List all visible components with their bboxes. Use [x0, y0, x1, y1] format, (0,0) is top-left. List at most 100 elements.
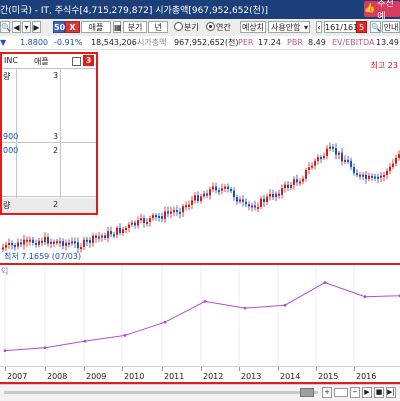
- candle-body: [350, 160, 352, 168]
- step-forward-icon[interactable]: ▶|: [386, 387, 396, 398]
- recommend-button[interactable]: 👍 추천예: [364, 0, 400, 22]
- candle-body: [20, 242, 22, 245]
- next-arrow-icon[interactable]: ▶: [32, 21, 41, 33]
- x-tick-label: 2011: [164, 372, 185, 381]
- candle-body: [26, 239, 28, 242]
- candle-body: [86, 239, 88, 242]
- candle-body: [131, 222, 133, 225]
- thumbs-up-icon: 👍: [364, 4, 376, 14]
- earnings-chart[interactable]: 익: [0, 265, 400, 365]
- candle-body: [143, 218, 145, 223]
- candle-body: [395, 158, 397, 164]
- panel-col-divider: [60, 68, 61, 213]
- candle-body: [353, 167, 355, 174]
- data-point: [123, 334, 127, 337]
- x-tick-label: 2013: [241, 372, 262, 381]
- chart-scrollbar[interactable]: + − ▶ ■ ▶|: [0, 384, 400, 401]
- candle-body: [155, 215, 157, 218]
- page-prev-icon[interactable]: ‹: [316, 21, 322, 33]
- per-value: 17.24: [258, 38, 281, 47]
- radio-quarter[interactable]: 분기: [174, 22, 199, 33]
- count-badge[interactable]: 50: [53, 21, 65, 33]
- radio-off-icon: [174, 22, 183, 31]
- prev-arrow-icon[interactable]: ◀: [12, 21, 21, 33]
- candle-body: [104, 235, 106, 238]
- panel-row-label: 000: [3, 146, 19, 155]
- candle-body: [254, 205, 256, 208]
- stop-icon[interactable]: ■: [374, 387, 384, 398]
- x-tick-label: 2015: [318, 372, 339, 381]
- candle-body: [119, 227, 121, 233]
- candle-body: [314, 160, 316, 166]
- grid-icon[interactable]: ▦: [113, 21, 122, 33]
- candle-body: [206, 193, 208, 196]
- volume-value: 18,543,206: [91, 38, 137, 47]
- x-tick-mark: [278, 367, 279, 371]
- candle-body: [125, 227, 127, 230]
- search-icon[interactable]: 🔍: [0, 21, 11, 33]
- candle-body: [278, 193, 280, 196]
- candle-body: [41, 240, 43, 243]
- arrow-down-icon: ▼: [0, 38, 7, 47]
- ev-label: EV/EBITDA: [332, 38, 375, 47]
- guide-button[interactable]: 안내: [382, 21, 400, 33]
- candle-body: [95, 235, 97, 238]
- candle-body: [221, 188, 223, 191]
- unit-select[interactable]: 분기: [123, 21, 147, 33]
- candle-body: [308, 167, 310, 170]
- candle-body: [386, 170, 388, 175]
- x-tick-mark: [316, 367, 317, 371]
- zoom-in-icon[interactable]: +: [322, 387, 332, 398]
- candle-body: [272, 193, 274, 198]
- panel-row-label: 량: [3, 72, 11, 81]
- candle-body: [371, 175, 373, 178]
- period-x-badge[interactable]: X: [65, 21, 80, 33]
- candle-body: [140, 218, 142, 221]
- candle-body: [38, 240, 40, 245]
- candle-body: [362, 174, 364, 177]
- candle-body: [227, 186, 229, 189]
- radio-annual[interactable]: 연간: [206, 22, 231, 33]
- panel-5-badge[interactable]: 5: [356, 21, 367, 33]
- usage-select[interactable]: 사용안함 ▾: [268, 21, 310, 33]
- candle-body: [137, 220, 139, 226]
- zoom-out-icon[interactable]: −: [350, 387, 360, 398]
- adjust-select[interactable]: 애플: [81, 21, 111, 33]
- x-tick-label: 2014: [280, 372, 301, 381]
- candle-body: [161, 216, 163, 219]
- candle-body: [32, 239, 34, 243]
- candle-body: [149, 218, 151, 222]
- candle-body: [101, 235, 103, 238]
- x-tick-mark: [5, 367, 6, 371]
- candle-body: [323, 156, 325, 158]
- candle-body: [176, 210, 178, 213]
- zoom-slider[interactable]: [334, 388, 348, 397]
- candle-body: [116, 227, 118, 235]
- candle-body: [17, 242, 19, 247]
- panel-checkbox[interactable]: [72, 57, 81, 66]
- panel-badge[interactable]: 3: [83, 55, 94, 66]
- candle-body: [329, 146, 331, 149]
- menu-icon[interactable]: ▾: [22, 21, 31, 33]
- candle-body: [194, 195, 196, 201]
- magnifier-icon[interactable]: 🔍: [370, 21, 381, 33]
- candle-body: [92, 235, 94, 243]
- candle-body: [200, 196, 202, 201]
- year-select[interactable]: 년: [148, 21, 168, 33]
- compare-panel[interactable]: INC 애플 3 량 3 900 3 000 2 량 2: [0, 52, 98, 215]
- data-point: [43, 346, 47, 350]
- scroll-thumb[interactable]: [300, 388, 314, 397]
- panel-row-label: 량: [3, 201, 11, 210]
- candle-body: [242, 199, 244, 202]
- earnings-line: [4, 282, 400, 352]
- candle-body: [236, 197, 238, 202]
- earnings-points: [3, 281, 400, 352]
- candle-body: [5, 245, 7, 248]
- candle-body: [245, 201, 247, 205]
- play-icon[interactable]: ▶: [362, 387, 372, 398]
- candle-body: [275, 193, 277, 198]
- forecast-button[interactable]: 예상치: [240, 21, 266, 33]
- candle-body: [50, 241, 52, 244]
- scroll-track[interactable]: [4, 391, 318, 394]
- candle-body: [335, 148, 337, 155]
